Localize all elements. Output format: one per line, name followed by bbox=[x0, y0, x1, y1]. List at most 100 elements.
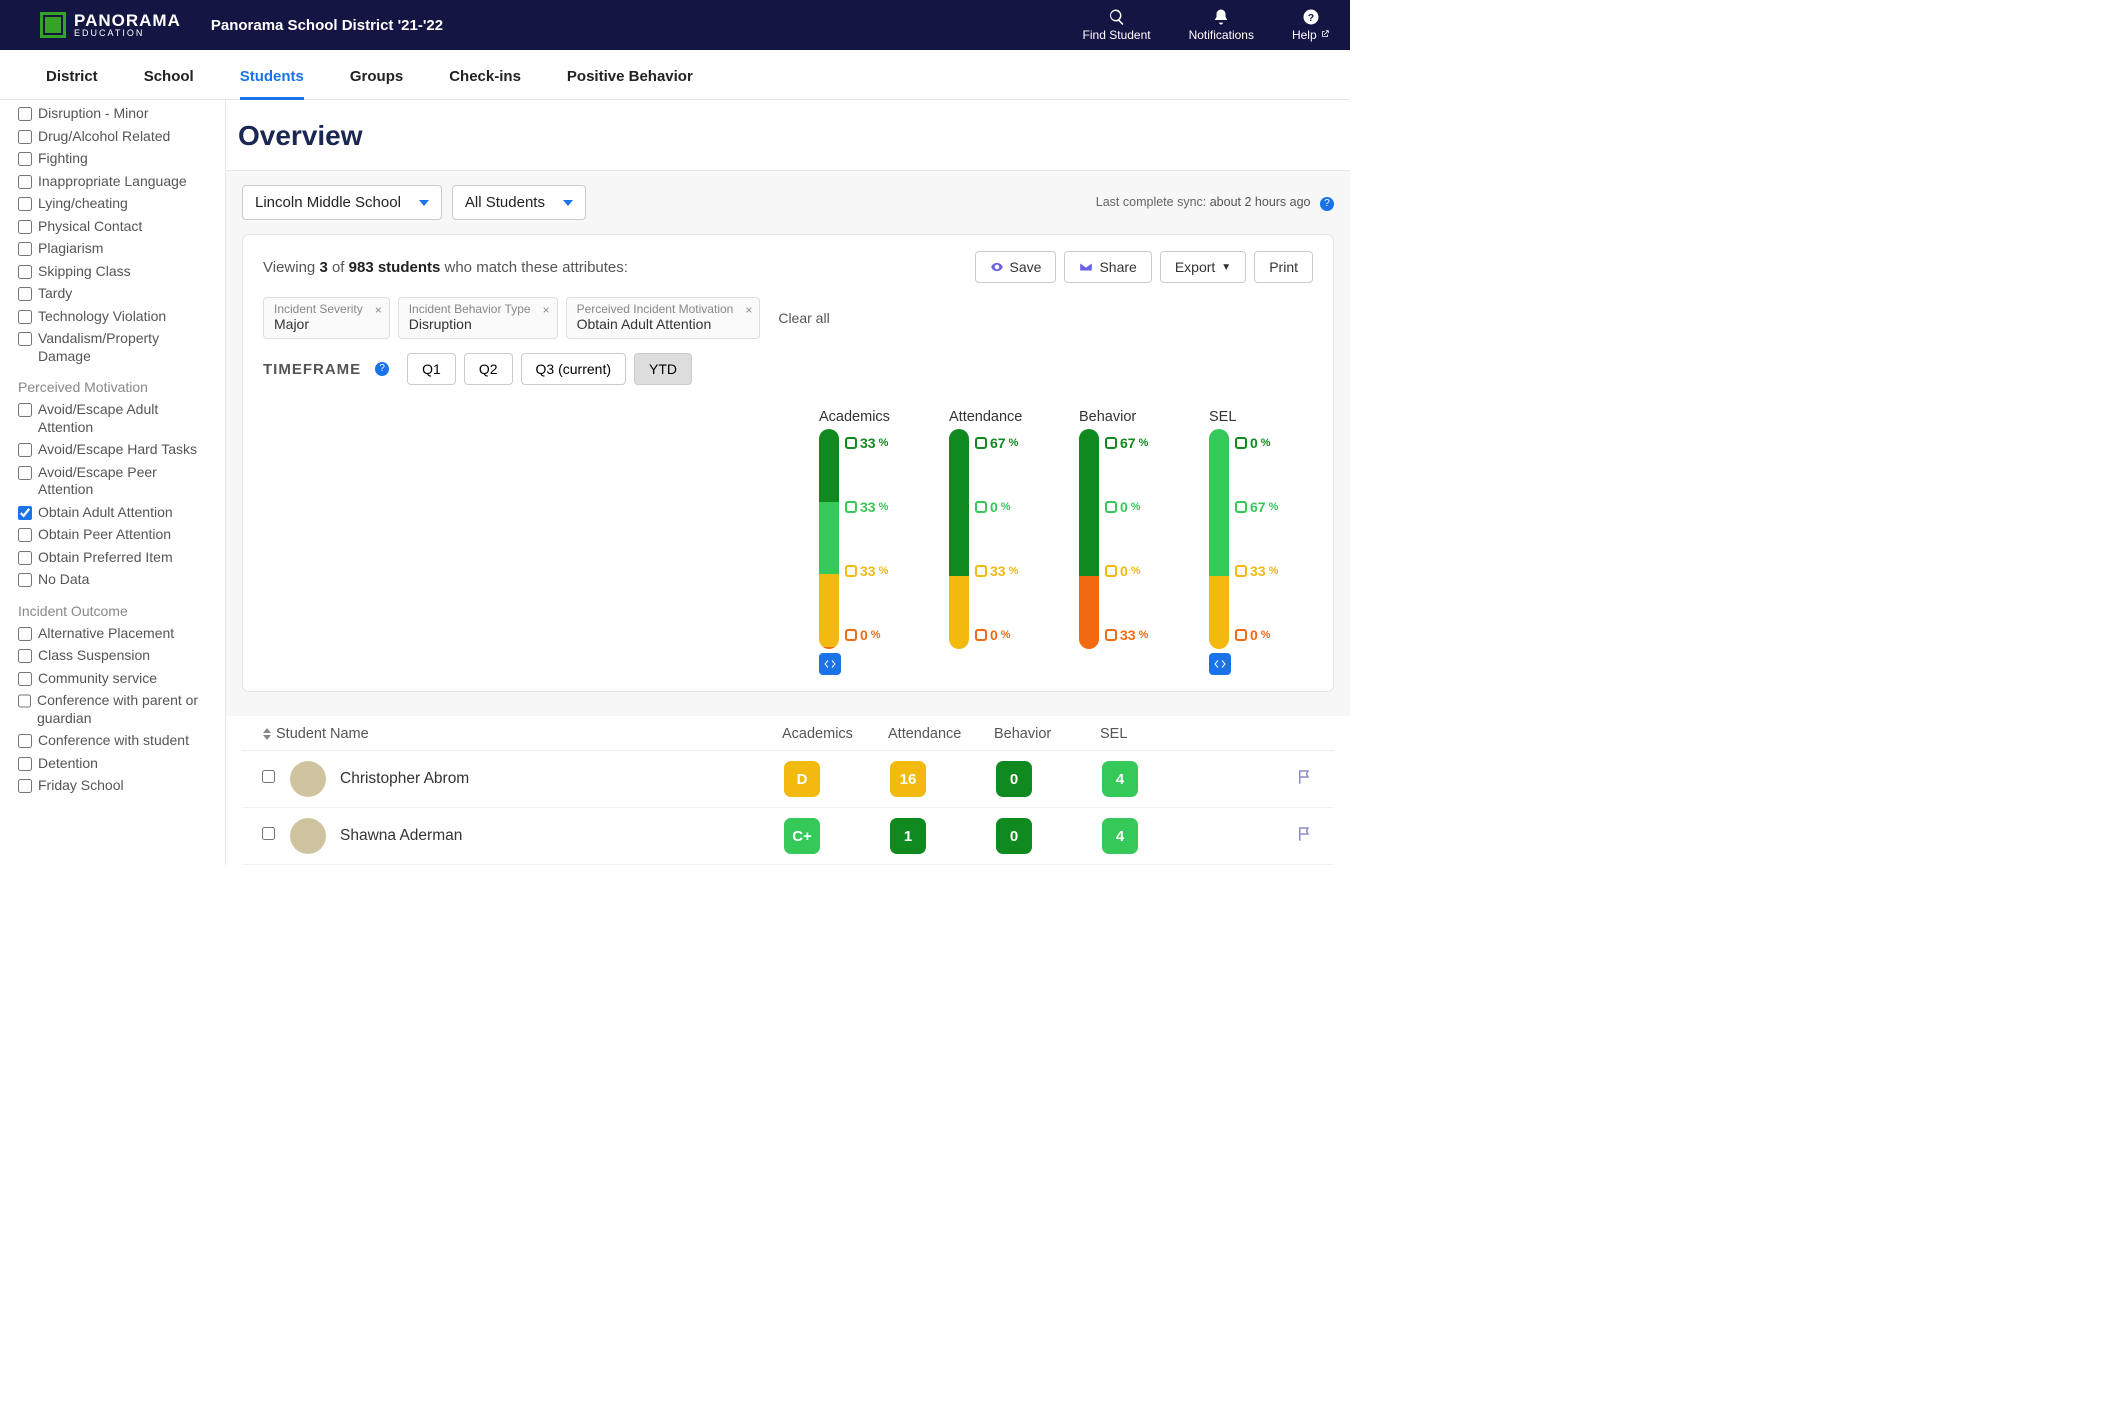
filter-option[interactable]: Fighting bbox=[18, 150, 215, 168]
filter-checkbox[interactable] bbox=[18, 242, 32, 256]
notifications-button[interactable]: Notifications bbox=[1189, 8, 1254, 42]
sort-column[interactable]: Student Name bbox=[262, 726, 782, 742]
pct-checkbox-icon[interactable] bbox=[975, 501, 987, 513]
filter-option[interactable]: Plagiarism bbox=[18, 240, 215, 258]
chart-pct[interactable]: 67% bbox=[1105, 435, 1148, 451]
filter-checkbox[interactable] bbox=[18, 573, 32, 587]
filter-option[interactable]: Avoid/Escape Adult Attention bbox=[18, 401, 215, 436]
column-header[interactable]: Behavior bbox=[994, 726, 1100, 742]
filter-option[interactable]: Tardy bbox=[18, 285, 215, 303]
tab-school[interactable]: School bbox=[144, 68, 194, 99]
filter-checkbox[interactable] bbox=[18, 734, 32, 748]
pct-checkbox-icon[interactable] bbox=[1105, 565, 1117, 577]
timeframe-option[interactable]: Q2 bbox=[464, 353, 513, 385]
chart-pct[interactable]: 0% bbox=[845, 627, 888, 643]
pct-checkbox-icon[interactable] bbox=[845, 629, 857, 641]
chart-pct[interactable]: 33% bbox=[1235, 563, 1278, 579]
district-title[interactable]: Panorama School District '21-'22 bbox=[211, 17, 443, 34]
filter-option[interactable]: Avoid/Escape Hard Tasks bbox=[18, 441, 215, 459]
pct-checkbox-icon[interactable] bbox=[1235, 629, 1247, 641]
pct-checkbox-icon[interactable] bbox=[975, 565, 987, 577]
filter-checkbox[interactable] bbox=[18, 107, 32, 121]
chart-pct[interactable]: 0% bbox=[1235, 435, 1278, 451]
chart-pct[interactable]: 33% bbox=[845, 563, 888, 579]
chart-pct[interactable]: 0% bbox=[975, 499, 1018, 515]
row-checkbox[interactable] bbox=[262, 827, 275, 840]
filter-checkbox[interactable] bbox=[18, 466, 32, 480]
chart-pct[interactable]: 33% bbox=[1105, 627, 1148, 643]
timeframe-option[interactable]: YTD bbox=[634, 353, 692, 385]
metric-badge[interactable]: 0 bbox=[996, 761, 1032, 797]
filter-option[interactable]: Community service bbox=[18, 670, 215, 688]
population-select[interactable]: All Students bbox=[452, 185, 586, 220]
chart-pct[interactable]: 0% bbox=[975, 627, 1018, 643]
filter-checkbox[interactable] bbox=[18, 779, 32, 793]
logo[interactable]: PANORAMA EDUCATION bbox=[40, 12, 181, 38]
chart-pct[interactable]: 33% bbox=[845, 499, 888, 515]
pct-checkbox-icon[interactable] bbox=[845, 437, 857, 449]
filter-option[interactable]: Drug/Alcohol Related bbox=[18, 128, 215, 146]
find-student-button[interactable]: Find Student bbox=[1083, 8, 1151, 42]
pct-checkbox-icon[interactable] bbox=[1105, 629, 1117, 641]
filter-option[interactable]: Vandalism/Property Damage bbox=[18, 330, 215, 365]
chip-remove-icon[interactable]: × bbox=[543, 303, 550, 317]
filter-checkbox[interactable] bbox=[18, 403, 32, 417]
pct-checkbox-icon[interactable] bbox=[975, 437, 987, 449]
student-name[interactable]: Christopher Abrom bbox=[340, 770, 784, 788]
metric-badge[interactable]: C+ bbox=[784, 818, 820, 854]
filter-option[interactable]: Conference with student bbox=[18, 732, 215, 750]
help-button[interactable]: ? Help bbox=[1292, 8, 1330, 42]
filter-checkbox[interactable] bbox=[18, 332, 32, 346]
timeframe-help-icon[interactable]: ? bbox=[375, 362, 389, 376]
column-header[interactable]: SEL bbox=[1100, 726, 1206, 742]
filter-checkbox[interactable] bbox=[18, 175, 32, 189]
tab-check-ins[interactable]: Check-ins bbox=[449, 68, 521, 99]
save-button[interactable]: Save bbox=[975, 251, 1057, 283]
chart-expand-icon[interactable] bbox=[1209, 653, 1231, 675]
filter-option[interactable]: Obtain Preferred Item bbox=[18, 549, 215, 567]
filter-option[interactable]: Friday School bbox=[18, 777, 215, 795]
pct-checkbox-icon[interactable] bbox=[845, 501, 857, 513]
tab-groups[interactable]: Groups bbox=[350, 68, 403, 99]
chart-pct[interactable]: 0% bbox=[1105, 563, 1148, 579]
filter-checkbox[interactable] bbox=[18, 757, 32, 771]
filter-checkbox[interactable] bbox=[18, 443, 32, 457]
flag-icon[interactable] bbox=[1296, 825, 1314, 843]
filter-option[interactable]: Obtain Peer Attention bbox=[18, 526, 215, 544]
table-row[interactable]: Christopher AbromD1604 bbox=[242, 751, 1334, 808]
school-select[interactable]: Lincoln Middle School bbox=[242, 185, 442, 220]
chip-remove-icon[interactable]: × bbox=[375, 303, 382, 317]
filter-checkbox[interactable] bbox=[18, 672, 32, 686]
pct-checkbox-icon[interactable] bbox=[1105, 501, 1117, 513]
chart-pct[interactable]: 33% bbox=[975, 563, 1018, 579]
metric-badge[interactable]: 4 bbox=[1102, 761, 1138, 797]
pct-checkbox-icon[interactable] bbox=[845, 565, 857, 577]
info-icon[interactable]: ? bbox=[1320, 197, 1334, 211]
filter-option[interactable]: Class Suspension bbox=[18, 647, 215, 665]
chart-pct[interactable]: 0% bbox=[1105, 499, 1148, 515]
metric-badge[interactable]: 0 bbox=[996, 818, 1032, 854]
filter-option[interactable]: Detention bbox=[18, 755, 215, 773]
filter-checkbox[interactable] bbox=[18, 310, 32, 324]
clear-all-button[interactable]: Clear all bbox=[778, 310, 829, 326]
filter-option[interactable]: Skipping Class bbox=[18, 263, 215, 281]
filter-checkbox[interactable] bbox=[18, 506, 32, 520]
filter-option[interactable]: Technology Violation bbox=[18, 308, 215, 326]
filter-option[interactable]: Inappropriate Language bbox=[18, 173, 215, 191]
tab-students[interactable]: Students bbox=[240, 68, 304, 100]
student-name[interactable]: Shawna Aderman bbox=[340, 827, 784, 845]
filter-checkbox[interactable] bbox=[18, 694, 31, 708]
chart-pct[interactable]: 67% bbox=[1235, 499, 1278, 515]
pct-checkbox-icon[interactable] bbox=[1235, 565, 1247, 577]
filter-checkbox[interactable] bbox=[18, 152, 32, 166]
tab-positive-behavior[interactable]: Positive Behavior bbox=[567, 68, 693, 99]
filter-checkbox[interactable] bbox=[18, 649, 32, 663]
filter-option[interactable]: No Data bbox=[18, 571, 215, 589]
filter-option[interactable]: Conference with parent or guardian bbox=[18, 692, 215, 727]
filter-option[interactable]: Obtain Adult Attention bbox=[18, 504, 215, 522]
filter-checkbox[interactable] bbox=[18, 220, 32, 234]
metric-badge[interactable]: 16 bbox=[890, 761, 926, 797]
filter-option[interactable]: Disruption - Minor bbox=[18, 105, 215, 123]
filter-checkbox[interactable] bbox=[18, 265, 32, 279]
chart-expand-icon[interactable] bbox=[819, 653, 841, 675]
